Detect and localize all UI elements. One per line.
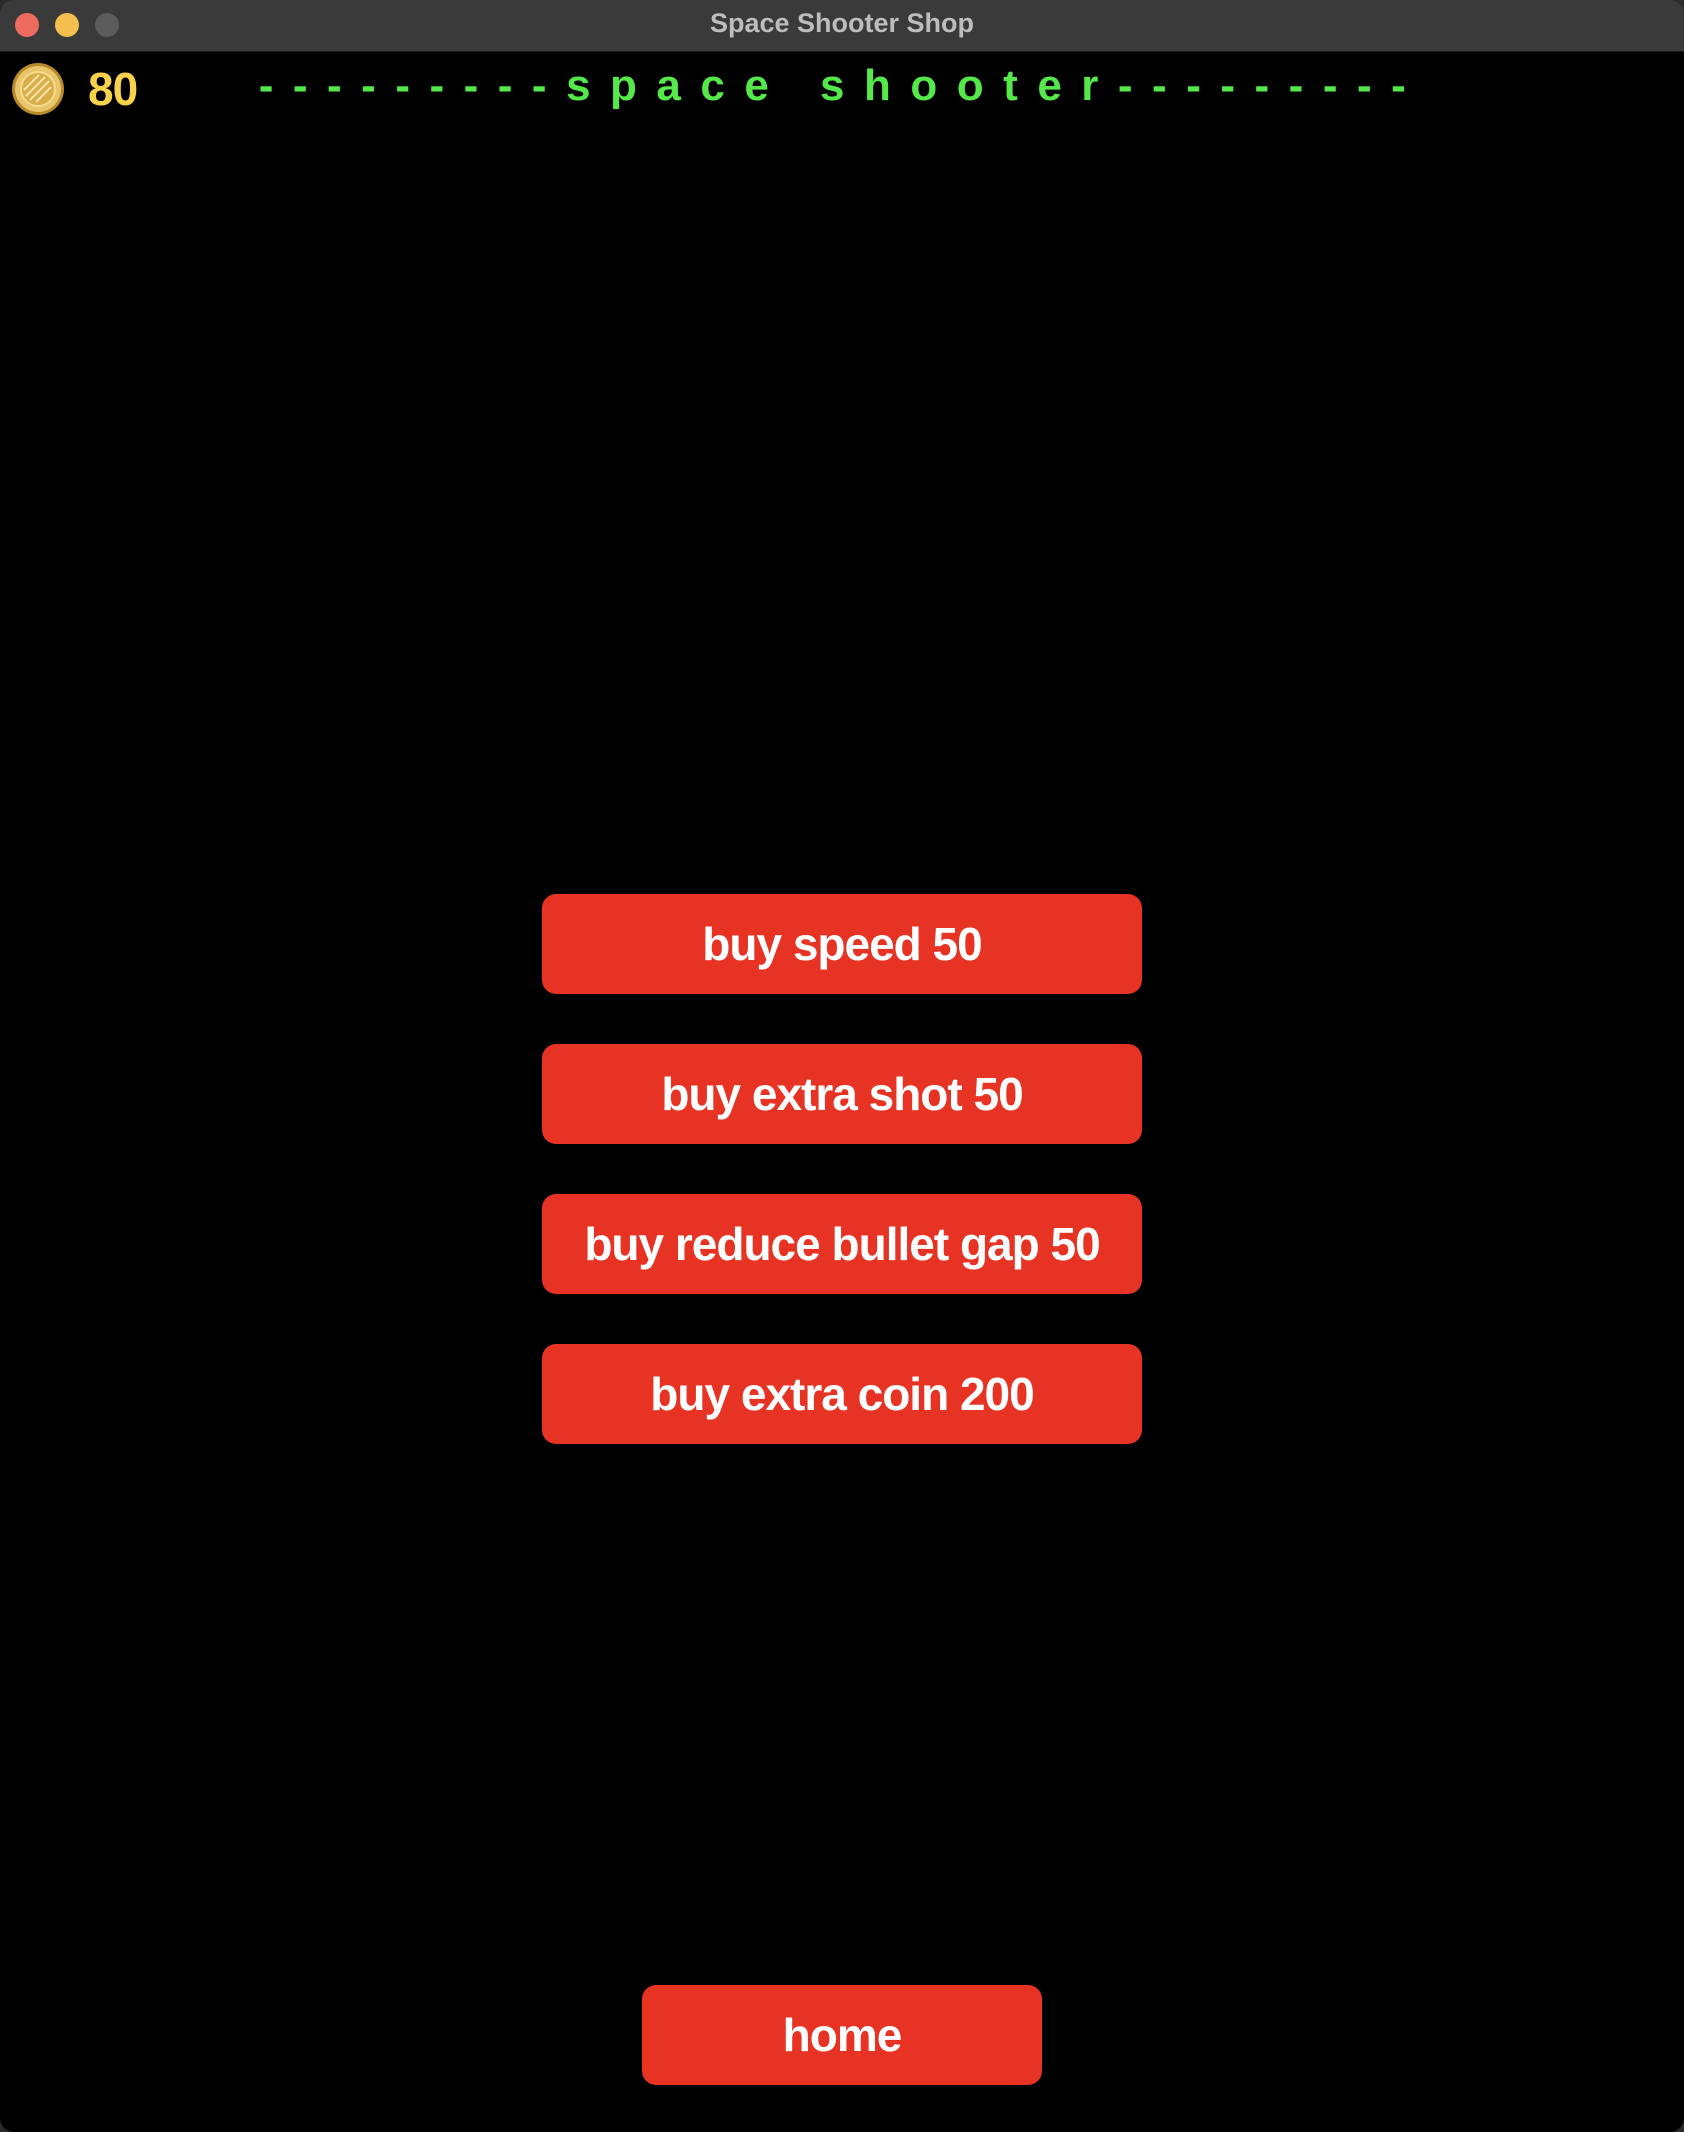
window-title: Space Shooter Shop (709, 8, 975, 38)
game-title-banner: ---------space shooter--------- (258, 61, 1426, 110)
home-button[interactable]: home (642, 1985, 1042, 2085)
app-window: Space Shooter Shop 80 ---------space sho… (0, 0, 1684, 2132)
buy-reduce-bullet-gap-button[interactable]: buy reduce bullet gap 50 (542, 1194, 1142, 1294)
game-canvas: 80 ---------space shooter--------- buy s… (0, 52, 1684, 2132)
buy-extra-coin-button[interactable]: buy extra coin 200 (542, 1344, 1142, 1444)
title-bar: Space Shooter Shop (0, 0, 1684, 52)
buy-speed-button[interactable]: buy speed 50 (542, 894, 1142, 994)
buy-extra-shot-button[interactable]: buy extra shot 50 (542, 1044, 1142, 1144)
